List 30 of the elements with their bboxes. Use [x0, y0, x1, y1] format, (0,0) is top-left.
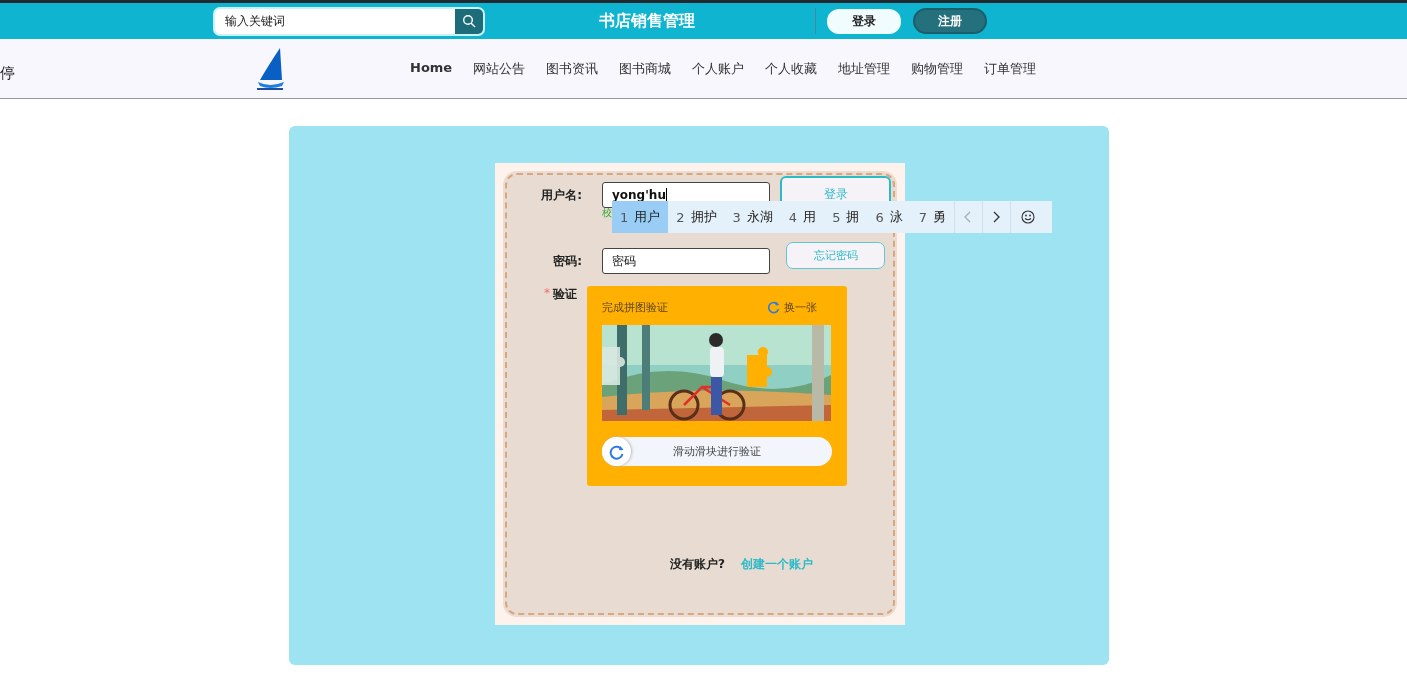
search-button[interactable]	[455, 8, 483, 34]
captcha-title: 完成拼图验证	[602, 300, 668, 315]
validation-hint: 校	[602, 206, 612, 220]
candidate-item[interactable]: 1 用户	[612, 201, 669, 233]
required-mark: *	[544, 286, 550, 302]
slider-hint: 滑动滑块进行验证	[672, 444, 762, 459]
field-label: 验证	[553, 286, 577, 303]
password-field[interactable]: 密码	[602, 248, 770, 274]
nav-link[interactable]: 订单管理	[984, 59, 1037, 78]
field-label: 用户名:	[540, 186, 582, 204]
site-title: 书店销售管理	[599, 10, 696, 32]
nav-link[interactable]: Home	[410, 59, 453, 78]
nav-link[interactable]: 个人账户	[692, 59, 745, 78]
field-label: 密码:	[552, 252, 582, 270]
edge-text: 停	[0, 64, 16, 83]
nav-link[interactable]: 个人收藏	[765, 59, 818, 78]
nav-link[interactable]: 图书资讯	[546, 59, 599, 78]
refresh-link[interactable]: 换一张	[767, 300, 817, 315]
slider-handle[interactable]	[602, 437, 631, 466]
refresh-icon	[767, 301, 780, 314]
register-button[interactable]: 注册	[913, 8, 987, 34]
nav-link[interactable]: 购物管理	[911, 59, 964, 78]
nav-link[interactable]: 图书商城	[619, 59, 672, 78]
search-icon	[462, 14, 476, 28]
candidate-item[interactable]: 7 勇	[910, 201, 954, 233]
login-button[interactable]: 登录	[827, 8, 901, 34]
nav-link[interactable]: 地址管理	[838, 59, 891, 78]
nav-link[interactable]: 网站公告	[473, 59, 526, 78]
search-field[interactable]: 输入关键词	[213, 6, 485, 36]
account-question: 没有账户?	[670, 556, 725, 573]
